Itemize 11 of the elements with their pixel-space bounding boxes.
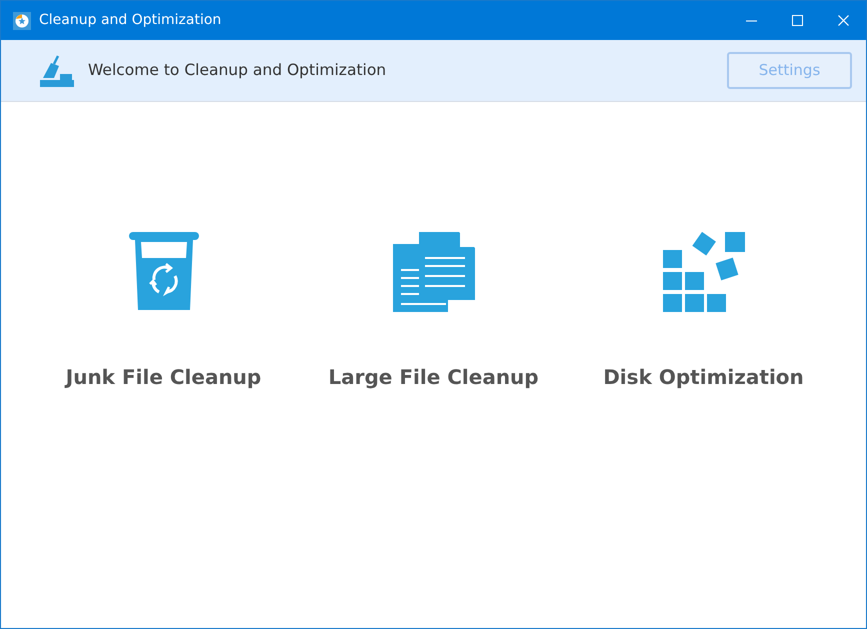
blocks-icon[interactable] [662,232,744,312]
broom-icon [40,54,74,88]
app-logo-icon [13,12,31,30]
maximize-icon[interactable] [792,15,802,26]
tool-label[interactable]: Large File Cleanup [328,362,539,392]
welcome-text: Welcome to Cleanup and Optimization [88,60,388,81]
close-icon[interactable] [838,15,848,26]
tool-label[interactable]: Junk File Cleanup [66,362,262,392]
documents-icon[interactable] [392,232,474,312]
tool-label[interactable]: Disk Optimization [603,362,804,392]
window-title: Cleanup and Optimization [39,11,222,30]
